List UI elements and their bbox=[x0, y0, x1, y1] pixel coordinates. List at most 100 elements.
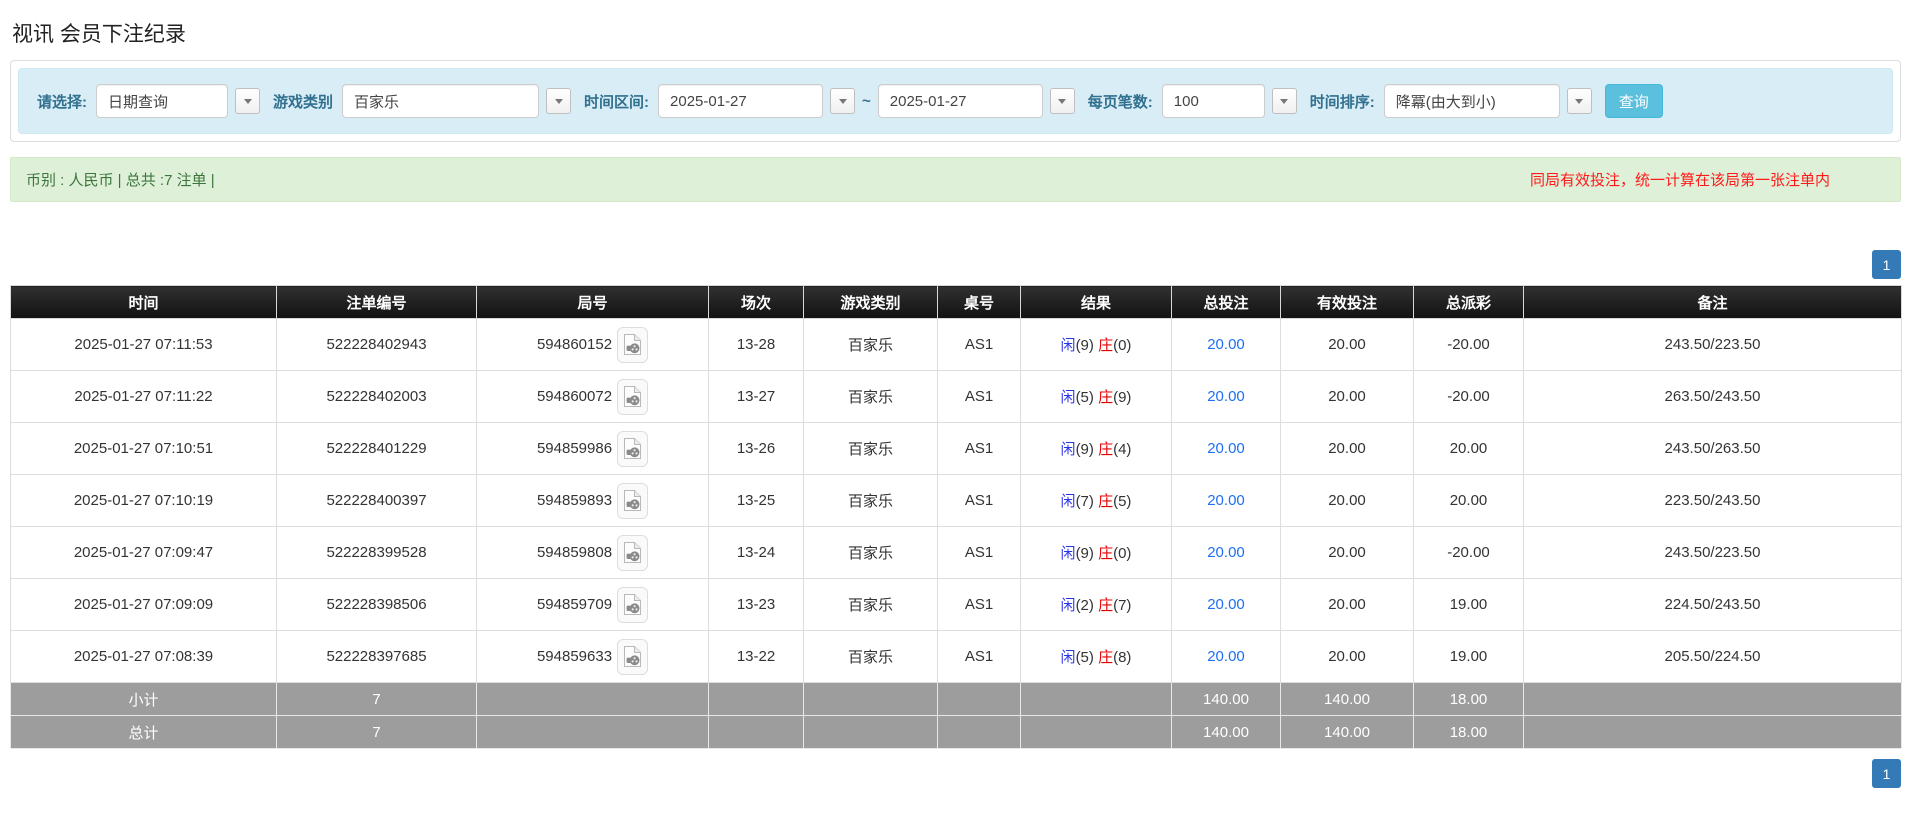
video-replay-button[interactable] bbox=[617, 378, 649, 415]
date-from-select[interactable]: 2025-01-27 bbox=[658, 84, 824, 118]
player-score: (2) bbox=[1075, 597, 1094, 614]
summary-row-count: 7 bbox=[276, 682, 477, 716]
chevron-down-icon bbox=[838, 98, 847, 104]
date-to-select[interactable]: 2025-01-27 bbox=[877, 84, 1043, 118]
time-sort-value: 降冪(由大到小) bbox=[1395, 93, 1496, 111]
result-cell: 闲(5) 庄(9) bbox=[1020, 370, 1172, 423]
summary-payout: 18.00 bbox=[1413, 682, 1524, 716]
time-sort-select[interactable]: 降冪(由大到小) bbox=[1383, 84, 1560, 118]
remark-cell: 263.50/243.50 bbox=[1523, 370, 1902, 423]
bet-number-cell: 522228398506 bbox=[276, 578, 477, 631]
banker-result-label: 庄 bbox=[1098, 597, 1114, 614]
video-replay-button[interactable] bbox=[617, 430, 649, 467]
banker-result-label: 庄 bbox=[1098, 337, 1114, 354]
filter-panel: 请选择: 日期查询 游戏类别 百家乐 时间区间: 2025-01-27 ~ 20… bbox=[10, 60, 1901, 142]
session-cell: 13-25 bbox=[708, 474, 804, 527]
video-file-icon bbox=[624, 438, 642, 459]
game-category-label: 游戏类别 bbox=[273, 93, 334, 111]
page-button-1[interactable]: 1 bbox=[1872, 759, 1901, 788]
query-type-dropdown-button[interactable] bbox=[235, 88, 260, 114]
chevron-down-icon bbox=[1058, 98, 1067, 104]
banker-score: (9) bbox=[1113, 389, 1132, 406]
payout-cell: -20.00 bbox=[1413, 370, 1524, 423]
total-bet-link[interactable]: 20.00 bbox=[1207, 648, 1245, 665]
game-category-select[interactable]: 百家乐 bbox=[342, 84, 540, 118]
page-button-1[interactable]: 1 bbox=[1872, 250, 1901, 279]
pagination-top: 1 bbox=[10, 250, 1901, 279]
total-bet-link[interactable]: 20.00 bbox=[1207, 492, 1245, 509]
player-score: (9) bbox=[1075, 337, 1094, 354]
banker-result-label: 庄 bbox=[1098, 389, 1114, 406]
summary-row: 小计 7 140.00 140.00 18.00 bbox=[10, 682, 1902, 716]
date-from-value: 2025-01-27 bbox=[670, 92, 747, 110]
table-number-cell: AS1 bbox=[937, 370, 1021, 423]
result-cell: 闲(9) 庄(0) bbox=[1020, 318, 1172, 371]
remark-cell: 243.50/263.50 bbox=[1523, 422, 1902, 475]
page-size-select[interactable]: 100 bbox=[1161, 84, 1265, 118]
banker-result-label: 庄 bbox=[1098, 649, 1114, 666]
video-replay-button[interactable] bbox=[617, 482, 649, 519]
round-number: 594860072 bbox=[536, 388, 613, 405]
column-header-bet_no: 注单编号 bbox=[276, 285, 477, 319]
remark-cell: 224.50/243.50 bbox=[1523, 578, 1902, 631]
total-bet-link[interactable]: 20.00 bbox=[1207, 388, 1245, 405]
summary-total-bet: 140.00 bbox=[1171, 682, 1281, 716]
session-cell: 13-22 bbox=[708, 630, 804, 683]
video-file-icon bbox=[624, 594, 642, 615]
remark-cell: 243.50/223.50 bbox=[1523, 318, 1902, 371]
video-replay-button[interactable] bbox=[617, 586, 649, 623]
player-result-label: 闲 bbox=[1060, 597, 1076, 614]
game-category-cell: 百家乐 bbox=[803, 370, 938, 423]
game-category-cell: 百家乐 bbox=[803, 318, 938, 371]
valid-bet-cell: 20.00 bbox=[1280, 578, 1414, 631]
payout-cell: 19.00 bbox=[1413, 630, 1524, 683]
column-header-table_no: 桌号 bbox=[937, 285, 1021, 319]
date-range-separator: ~ bbox=[862, 92, 871, 110]
table-row: 2025-01-27 07:11:22 522228402003 5948600… bbox=[10, 370, 1902, 423]
table-row: 2025-01-27 07:08:39 522228397685 5948596… bbox=[10, 630, 1902, 683]
video-replay-button[interactable] bbox=[617, 534, 649, 571]
page-title: 视讯 会员下注纪录 bbox=[12, 23, 186, 46]
total-bet-link[interactable]: 20.00 bbox=[1207, 440, 1245, 457]
table-row: 2025-01-27 07:09:47 522228399528 5948598… bbox=[10, 526, 1902, 579]
total-bet-cell: 20.00 bbox=[1171, 370, 1281, 423]
video-replay-button[interactable] bbox=[617, 638, 649, 675]
summary-row-label: 总计 bbox=[10, 715, 277, 749]
player-result-label: 闲 bbox=[1060, 389, 1076, 406]
payout-cell: 19.00 bbox=[1413, 578, 1524, 631]
query-type-select[interactable]: 日期查询 bbox=[96, 84, 228, 118]
player-score: (9) bbox=[1075, 545, 1094, 562]
page-size-dropdown-button[interactable] bbox=[1271, 88, 1297, 114]
column-header-time: 时间 bbox=[10, 285, 277, 319]
time-sort-dropdown-button[interactable] bbox=[1566, 88, 1592, 114]
player-result-label: 闲 bbox=[1060, 441, 1076, 458]
video-replay-button[interactable] bbox=[617, 326, 649, 363]
round-number-cell: 594860072 bbox=[476, 370, 709, 423]
total-bet-link[interactable]: 20.00 bbox=[1207, 596, 1245, 613]
remark-cell: 205.50/224.50 bbox=[1523, 630, 1902, 683]
column-header-payout: 总派彩 bbox=[1413, 285, 1524, 319]
game-category-dropdown-button[interactable] bbox=[546, 88, 572, 114]
column-header-total_bet: 总投注 bbox=[1171, 285, 1281, 319]
session-cell: 13-27 bbox=[708, 370, 804, 423]
column-header-remark: 备注 bbox=[1523, 285, 1902, 319]
query-type-value: 日期查询 bbox=[108, 93, 169, 111]
total-bet-cell: 20.00 bbox=[1171, 474, 1281, 527]
game-category-cell: 百家乐 bbox=[803, 630, 938, 683]
valid-bet-cell: 20.00 bbox=[1280, 526, 1414, 579]
payout-cell: 20.00 bbox=[1413, 474, 1524, 527]
time-cell: 2025-01-27 07:11:53 bbox=[10, 318, 277, 371]
total-bet-link[interactable]: 20.00 bbox=[1207, 336, 1245, 353]
date-to-dropdown-button[interactable] bbox=[1049, 88, 1075, 114]
search-button[interactable]: 查询 bbox=[1604, 84, 1663, 118]
round-number: 594859709 bbox=[536, 596, 613, 613]
video-file-icon bbox=[624, 334, 642, 355]
round-number-cell: 594859893 bbox=[476, 474, 709, 527]
payout-cell: -20.00 bbox=[1413, 318, 1524, 371]
table-number-cell: AS1 bbox=[937, 318, 1021, 371]
chevron-down-icon bbox=[243, 98, 252, 104]
date-from-dropdown-button[interactable] bbox=[830, 88, 856, 114]
player-result-label: 闲 bbox=[1060, 493, 1076, 510]
result-cell: 闲(7) 庄(5) bbox=[1020, 474, 1172, 527]
total-bet-link[interactable]: 20.00 bbox=[1207, 544, 1245, 561]
